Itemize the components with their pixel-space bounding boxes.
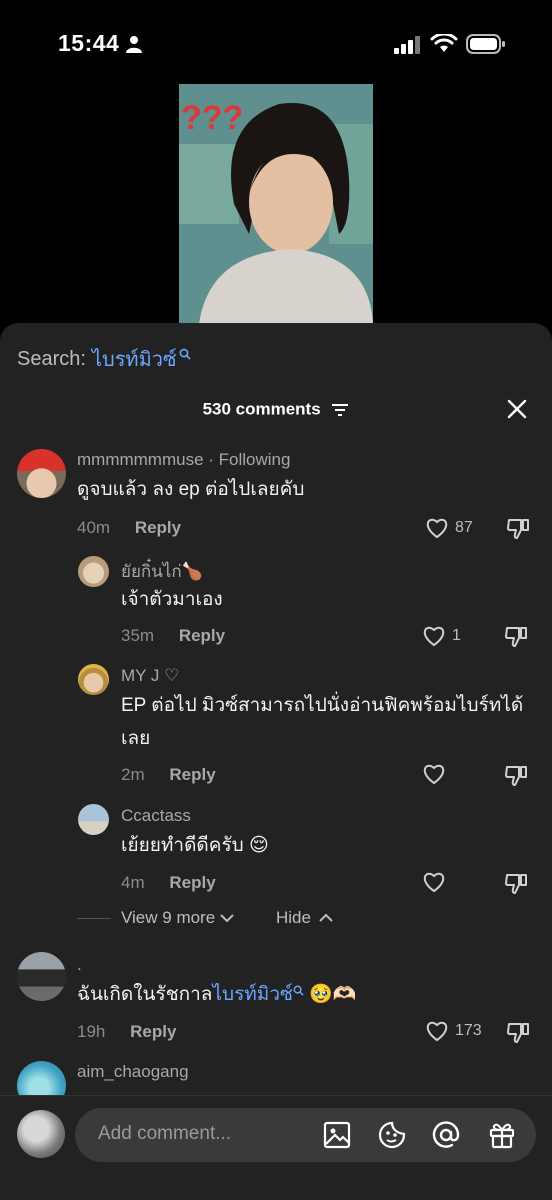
close-icon[interactable] xyxy=(506,398,528,420)
chevron-up-icon xyxy=(318,913,333,922)
heart-icon xyxy=(426,518,448,539)
comment-text: เย้ยยทำดีดีครับ 😌 xyxy=(121,835,269,856)
my-avatar xyxy=(17,1110,65,1158)
comment-username[interactable]: MY J ♡ xyxy=(121,666,179,686)
reply-button[interactable]: Reply xyxy=(179,626,225,645)
heart-icon xyxy=(423,872,445,893)
hide-label: Hide xyxy=(276,908,311,927)
heart-icon xyxy=(426,1021,448,1042)
comment-text: ฉันเกิดในรัชกาลไบรท์มิวซ์ 🥹🫶🏻 xyxy=(77,979,356,1011)
avatar[interactable] xyxy=(78,804,109,835)
comment-text-continued: เลย xyxy=(121,728,151,749)
comments-count-header: 530 comments xyxy=(0,399,552,420)
chevron-down-icon xyxy=(220,914,234,923)
comment-time: 35m xyxy=(121,626,155,645)
reply-button[interactable]: Reply xyxy=(169,765,215,784)
image-icon[interactable] xyxy=(322,1120,352,1150)
comment-input-placeholder: Add comment... xyxy=(98,1123,232,1144)
reply-button[interactable]: Reply xyxy=(135,518,181,537)
comment-meta: 4m Reply xyxy=(121,873,216,893)
comment-username[interactable]: mmmmmmmuse · Following xyxy=(77,450,290,470)
comment-text: เจ้าตัวมาเอง xyxy=(121,589,223,610)
search-term[interactable]: ไบรท์มิวซ์ xyxy=(92,343,177,375)
like-button[interactable]: 173 xyxy=(425,1020,482,1042)
dislike-icon[interactable] xyxy=(504,763,528,787)
avatar[interactable] xyxy=(78,664,109,695)
hashtag-link[interactable]: ไบรท์มิวซ์ xyxy=(212,984,292,1005)
comment-meta: 35m Reply xyxy=(121,626,225,646)
avatar[interactable] xyxy=(17,449,66,498)
video-preview[interactable]: ??? xyxy=(179,84,373,324)
battery-icon xyxy=(466,34,505,54)
like-button[interactable] xyxy=(422,871,452,893)
search-label: Search: xyxy=(17,347,86,370)
like-button[interactable] xyxy=(422,763,452,785)
hide-replies-button[interactable]: Hide xyxy=(276,908,334,928)
comment-text-prefix: ฉันเกิดในรัชกาล xyxy=(77,984,213,1005)
gift-icon[interactable] xyxy=(487,1120,517,1150)
comment-input[interactable]: Add comment... xyxy=(75,1108,536,1162)
search-icon xyxy=(179,348,191,360)
reply-button[interactable]: Reply xyxy=(169,873,215,892)
heart-icon xyxy=(423,764,445,785)
avatar[interactable] xyxy=(17,952,66,1001)
status-time: 15:44 xyxy=(58,30,120,56)
dislike-icon[interactable] xyxy=(504,624,528,648)
signal-icon xyxy=(394,36,420,54)
comments-count: 530 comments xyxy=(202,399,321,419)
video-thumbnail: ??? xyxy=(179,84,373,324)
like-count: 1 xyxy=(452,627,461,644)
dislike-icon[interactable] xyxy=(504,871,528,895)
avatar[interactable] xyxy=(78,556,109,587)
filter-icon[interactable] xyxy=(331,403,349,417)
comment-username[interactable]: ยัยกิ๋นไก่🍗 xyxy=(121,558,203,585)
comment-meta: 19h Reply xyxy=(77,1022,176,1042)
comment-username[interactable]: Ccactass xyxy=(121,806,191,826)
comment-time: 2m xyxy=(121,765,145,784)
like-button[interactable]: 1 xyxy=(422,625,461,647)
like-count: 173 xyxy=(455,1022,482,1039)
reply-button[interactable]: Reply xyxy=(130,1022,176,1041)
status-bar: 15:44 xyxy=(0,0,552,80)
comment-time: 19h xyxy=(77,1022,106,1041)
search-icon xyxy=(293,985,304,996)
comment-meta: 2m Reply xyxy=(121,765,216,785)
sticker-icon[interactable] xyxy=(377,1120,407,1150)
comment-username[interactable]: . xyxy=(77,955,82,975)
comment-time: 40m xyxy=(77,518,111,537)
heart-icon xyxy=(423,626,445,647)
comment-composer: Add comment... xyxy=(0,1095,552,1200)
comment-text: ดูจบแล้ว ลง ep ต่อไปเลยคับ xyxy=(77,479,305,500)
wifi-icon xyxy=(430,34,458,52)
person-icon xyxy=(126,36,142,53)
dislike-icon[interactable] xyxy=(506,1020,530,1044)
view-more-label: View 9 more xyxy=(121,908,216,927)
svg-text:???: ??? xyxy=(181,99,243,137)
thread-divider xyxy=(77,917,111,919)
dislike-icon[interactable] xyxy=(506,516,530,540)
mention-icon[interactable] xyxy=(431,1120,461,1150)
comment-text: EP ต่อไป มิวซ์สามารถไปนั่งอ่านฟิคพร้อมไบ… xyxy=(121,695,524,716)
comment-meta: 40m Reply xyxy=(77,518,181,538)
comment-text-suffix: 🥹🫶🏻 xyxy=(303,984,357,1005)
like-button[interactable]: 87 xyxy=(425,517,473,539)
comment-time: 4m xyxy=(121,873,145,892)
comments-sheet: Search: ไบรท์มิวซ์ 530 comments mmmmmmmu… xyxy=(0,323,552,1200)
view-more-replies-button[interactable]: View 9 more xyxy=(77,908,235,928)
search-suggestion[interactable]: Search: ไบรท์มิวซ์ xyxy=(17,343,191,375)
comment-username[interactable]: aim_chaogang xyxy=(77,1062,189,1082)
like-count: 87 xyxy=(455,519,473,536)
